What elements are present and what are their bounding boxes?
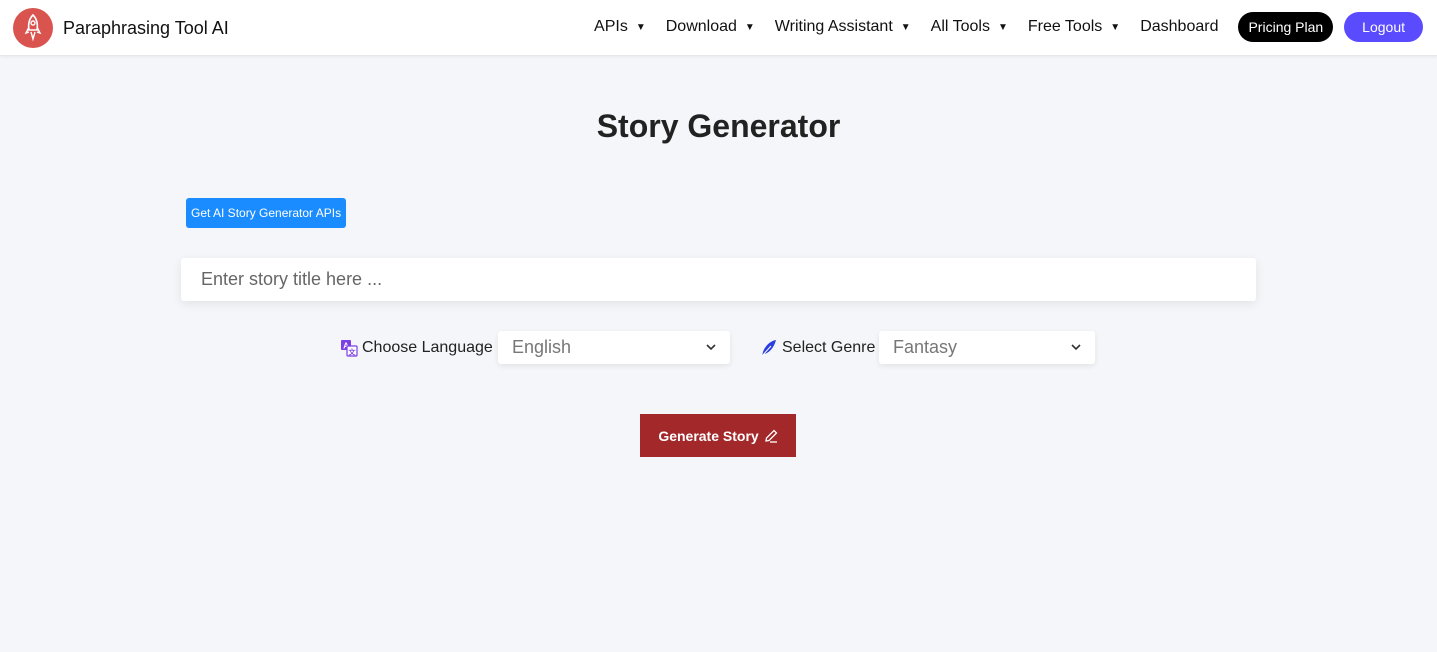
- genre-label: Select Genre: [760, 331, 875, 365]
- nav-item-writing-assistant[interactable]: Writing Assistant ▼: [775, 18, 911, 36]
- nav-item-label: Dashboard: [1140, 18, 1219, 35]
- nav-item-label: Free Tools: [1027, 18, 1103, 35]
- logout-button[interactable]: Logout: [1344, 12, 1423, 42]
- caret-down-icon: ▼: [744, 21, 755, 33]
- nav-item-free-tools[interactable]: Free Tools ▼: [1028, 18, 1120, 36]
- rocket-icon: [13, 8, 53, 48]
- caret-down-icon: ▼: [900, 21, 911, 33]
- genre-select[interactable]: Fantasy: [879, 331, 1095, 364]
- nav-item-dashboard[interactable]: Dashboard: [1140, 18, 1218, 36]
- page-title: Story Generator: [596, 108, 841, 144]
- story-title-input[interactable]: [181, 258, 1256, 301]
- main-nav: APIs ▼ Download ▼ Writing Assistant ▼ Al…: [594, 12, 1423, 42]
- nav-item-download[interactable]: Download ▼: [666, 18, 755, 36]
- generate-story-button[interactable]: Generate Story: [640, 414, 796, 457]
- chevron-down-icon: [706, 342, 716, 354]
- svg-text:文: 文: [349, 348, 357, 357]
- caret-down-icon: ▼: [1110, 21, 1121, 33]
- generate-story-label: Generate Story: [658, 427, 759, 444]
- nav-item-label: Download: [665, 18, 737, 35]
- options-row: A 文 Choose Language English Select Genre…: [0, 331, 1437, 365]
- caret-down-icon: ▼: [635, 21, 646, 33]
- top-navbar: Paraphrasing Tool AI APIs ▼ Download ▼ W…: [0, 0, 1437, 56]
- genre-selected-value: Fantasy: [893, 337, 958, 357]
- pencil-icon: [764, 429, 778, 443]
- nav-item-label: Writing Assistant: [774, 18, 893, 35]
- brand-link[interactable]: Paraphrasing Tool AI: [13, 8, 229, 48]
- language-label-text: Choose Language: [362, 339, 493, 356]
- nav-item-label: All Tools: [930, 18, 990, 35]
- language-selected-value: English: [512, 337, 572, 357]
- genre-label-text: Select Genre: [782, 339, 876, 356]
- nav-item-label: APIs: [594, 18, 628, 35]
- caret-down-icon: ▼: [997, 21, 1008, 33]
- feather-icon: [760, 339, 778, 357]
- brand-name: Paraphrasing Tool AI: [63, 17, 229, 38]
- nav-item-apis[interactable]: APIs ▼: [594, 18, 646, 36]
- translate-icon: A 文: [340, 339, 358, 357]
- chevron-down-icon: [1071, 342, 1081, 354]
- get-api-button[interactable]: Get AI Story Generator APIs: [186, 198, 347, 228]
- language-label: A 文 Choose Language: [340, 331, 493, 365]
- pricing-plan-button[interactable]: Pricing Plan: [1238, 12, 1334, 42]
- language-select[interactable]: English: [498, 331, 730, 364]
- nav-item-all-tools[interactable]: All Tools ▼: [931, 18, 1008, 36]
